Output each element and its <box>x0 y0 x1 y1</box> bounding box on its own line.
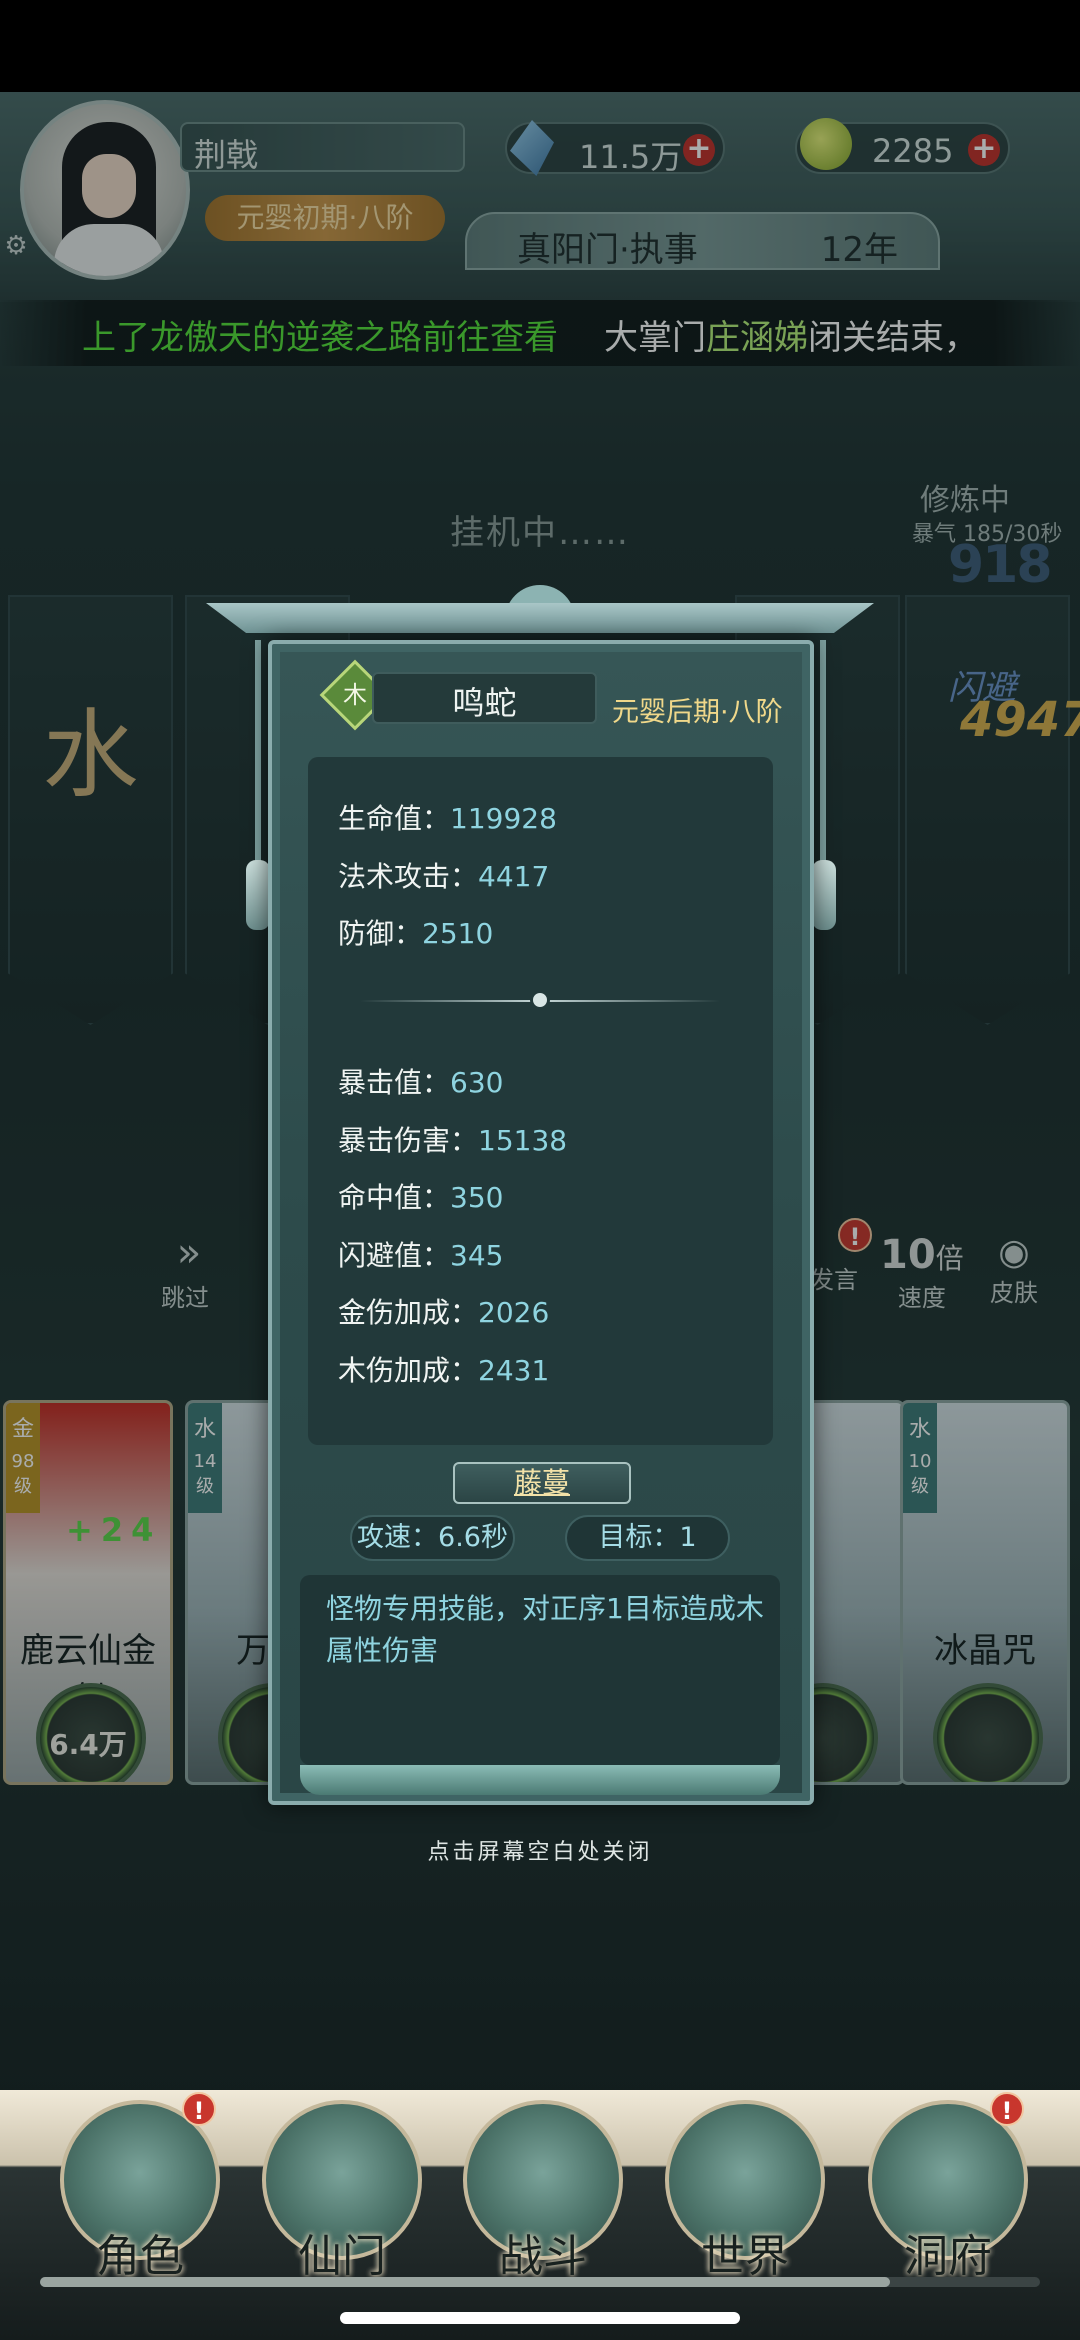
nav-role-badge: ! <box>182 2092 216 2126</box>
close-hint: 点击屏幕空白处关闭 <box>427 1840 653 1865</box>
stat-wood-bonus: 木伤加成：2431 <box>338 1354 550 1387</box>
stat-hit: 命中值：350 <box>338 1181 504 1214</box>
stat-defense: 防御：2510 <box>338 917 494 950</box>
attack-speed: 攻速：6.6秒 <box>350 1515 515 1561</box>
nav-battle-label: 战斗 <box>499 2231 587 2282</box>
stat-hp: 生命值：119928 <box>338 802 557 835</box>
nav-cave-badge: ! <box>990 2092 1024 2126</box>
scroll-top-rod <box>206 603 874 633</box>
skill-description: 怪物专用技能，对正序1目标造成木属性伤害 <box>326 1592 764 1667</box>
stat-dodge: 闪避值：345 <box>338 1239 504 1272</box>
stat-metal-bonus: 金伤加成：2026 <box>338 1296 550 1329</box>
scroll-tassel <box>812 860 836 930</box>
scroll-tassel <box>246 860 270 930</box>
scroll-rope <box>820 640 826 890</box>
nav-progress-fill <box>40 2277 890 2287</box>
stat-crit-damage: 暴击伤害：15138 <box>338 1124 568 1157</box>
nav-sect-label: 仙门 <box>298 2231 386 2282</box>
nav-progress-track <box>40 2277 1040 2287</box>
scroll-bottom-rod <box>300 1765 780 1795</box>
nav-world-label: 世界 <box>701 2231 789 2282</box>
monster-name: 鸣蛇 <box>452 684 517 722</box>
skill-name-tag: 藤蔓 <box>453 1462 631 1504</box>
monster-realm: 元婴后期·八阶 <box>612 697 783 728</box>
skill-name: 藤蔓 <box>513 1466 570 1499</box>
target-count: 目标：1 <box>565 1515 730 1561</box>
yin-yang-icon <box>530 990 550 1010</box>
stat-crit: 暴击值：630 <box>338 1066 504 1099</box>
stat-magic-attack: 法术攻击：4417 <box>338 860 550 893</box>
status-bar <box>0 0 1080 92</box>
home-indicator[interactable] <box>340 2312 740 2324</box>
nav-cave-label: 洞府 <box>904 2231 992 2282</box>
nav-role-label: 角色 <box>96 2231 184 2282</box>
scroll-rope <box>255 640 261 890</box>
